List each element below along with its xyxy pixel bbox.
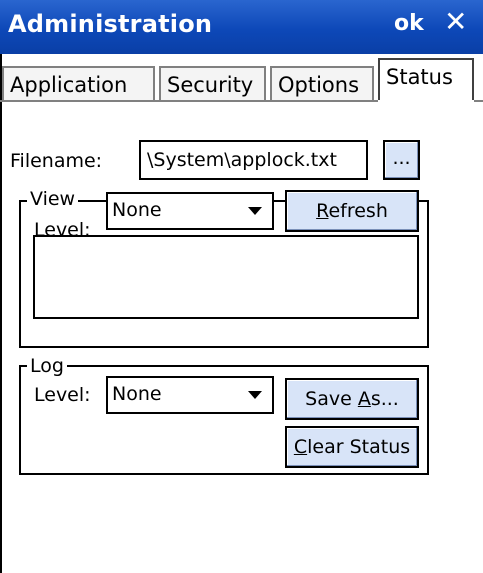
- view-level-value: None: [112, 199, 162, 221]
- tab-status[interactable]: Status: [378, 58, 474, 102]
- chevron-down-icon: [248, 207, 262, 215]
- log-level-label: Level:: [34, 384, 91, 406]
- window-title: Administration: [8, 10, 213, 38]
- save-label-pre: Save: [305, 388, 358, 410]
- save-label-post: s...: [370, 388, 399, 410]
- tab-label: Security: [167, 73, 254, 97]
- tab-options[interactable]: Options: [270, 66, 374, 100]
- clear-mnemonic: C: [293, 436, 308, 458]
- view-group-legend: View: [27, 189, 79, 209]
- save-mnemonic: A: [357, 388, 371, 410]
- refresh-label-post: efresh: [328, 200, 388, 222]
- title-bar: Administration ok ✕: [0, 0, 483, 54]
- tab-label: Application: [10, 73, 128, 97]
- tab-security[interactable]: Security: [159, 66, 266, 100]
- refresh-button[interactable]: Refresh: [285, 190, 419, 232]
- log-level-select[interactable]: None: [106, 376, 274, 414]
- clear-status-button[interactable]: Clear Status: [285, 426, 419, 468]
- chevron-down-icon: [248, 391, 262, 399]
- log-group-legend: Log: [27, 356, 67, 376]
- tab-label: Options: [278, 73, 360, 97]
- tab-active-mask: [378, 100, 474, 103]
- view-level-select[interactable]: None: [106, 192, 274, 230]
- filename-label: Filename:: [10, 150, 103, 172]
- close-icon[interactable]: ✕: [444, 8, 467, 36]
- ok-button[interactable]: ok: [394, 11, 424, 36]
- tab-label: Status: [386, 65, 453, 89]
- browse-button[interactable]: ...: [383, 140, 420, 180]
- refresh-mnemonic: R: [316, 200, 329, 222]
- log-level-value: None: [112, 383, 162, 405]
- save-as-button[interactable]: Save As...: [285, 378, 419, 420]
- tab-application[interactable]: Application: [2, 66, 155, 100]
- clear-label-post: lear Status: [307, 436, 411, 458]
- window-border: [0, 54, 2, 573]
- filename-field[interactable]: \System\applock.txt: [139, 140, 368, 180]
- status-view-listbox[interactable]: [33, 235, 419, 319]
